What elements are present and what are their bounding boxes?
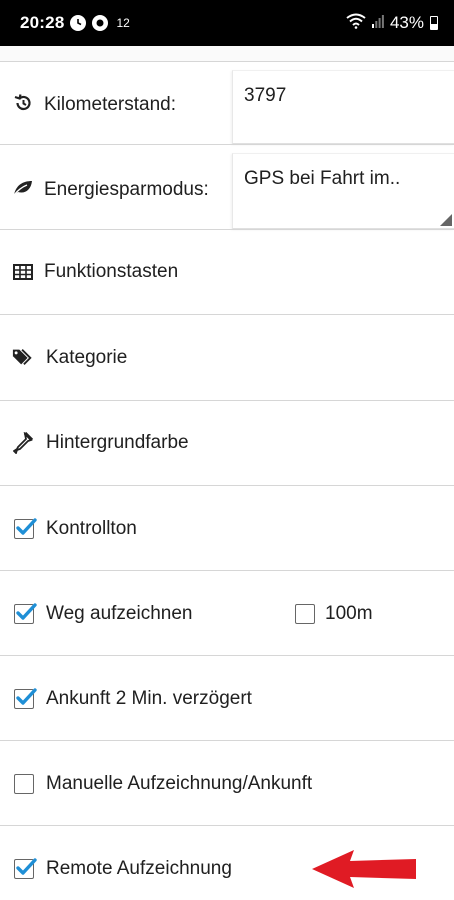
power-saving-value: GPS bei Fahrt im..	[244, 168, 401, 189]
battery-percent: 43%	[389, 13, 424, 32]
battery-icon	[430, 16, 438, 30]
history-icon	[12, 92, 34, 114]
remote-recording-checkbox[interactable]	[14, 858, 37, 879]
table-icon	[12, 261, 34, 283]
manual-recording-row: Manuelle Aufzeichnung/Ankunft	[0, 740, 454, 825]
clock-icon	[70, 15, 87, 31]
remote-recording-label: Remote Aufzeichnung	[46, 858, 232, 879]
distance-100m-label: 100m	[325, 603, 373, 624]
record-route-checkbox[interactable]	[14, 603, 37, 624]
odometer-label: Kilometerstand:	[44, 94, 177, 115]
record-route-label: Weg aufzeichnen	[46, 603, 193, 624]
control-tone-label: Kontrollton	[46, 518, 137, 539]
manual-recording-label: Manuelle Aufzeichnung/Ankunft	[46, 773, 313, 794]
eyedropper-icon	[12, 432, 34, 454]
dropdown-corner-icon	[440, 214, 452, 226]
function-keys-label: Funktionstasten	[44, 261, 179, 282]
category-label: Kategorie	[46, 347, 128, 368]
power-saving-label: Energiesparmodus:	[44, 179, 209, 200]
leaf-icon	[12, 177, 34, 199]
tags-icon	[12, 346, 34, 368]
odometer-input[interactable]: 3797	[232, 70, 454, 144]
background-color-row[interactable]: Hintergrundfarbe	[0, 400, 454, 485]
signal-icon	[371, 13, 384, 33]
power-saving-row: Energiesparmodus: GPS bei Fahrt im..	[0, 144, 454, 229]
distance-100m-checkbox[interactable]	[295, 604, 315, 624]
odometer-row: Kilometerstand: 3797	[0, 61, 454, 144]
function-keys-row[interactable]: Funktionstasten	[0, 229, 454, 314]
control-tone-row: Kontrollton	[0, 485, 454, 570]
control-tone-checkbox[interactable]	[14, 518, 37, 539]
manual-recording-checkbox[interactable]	[14, 774, 34, 794]
arrival-delay-checkbox[interactable]	[14, 688, 37, 709]
list-top-stub	[0, 46, 454, 61]
chat-icon	[92, 15, 109, 31]
annotation-arrow-icon	[312, 850, 416, 888]
arrival-delay-row: Ankunft 2 Min. verzögert	[0, 655, 454, 740]
settings-list: Kilometerstand: 3797 Energiesparmodus: G…	[0, 46, 454, 900]
wifi-icon	[346, 13, 366, 34]
arrival-delay-label: Ankunft 2 Min. verzögert	[46, 688, 252, 709]
status-time: 20:28	[20, 13, 65, 32]
category-row[interactable]: Kategorie	[0, 314, 454, 400]
notification-count: 12	[116, 16, 130, 30]
record-route-row: Weg aufzeichnen 100m	[0, 570, 454, 655]
status-bar: 20:28 12 43%	[0, 0, 454, 46]
power-saving-select[interactable]: GPS bei Fahrt im..	[232, 153, 454, 229]
background-color-label: Hintergrundfarbe	[46, 432, 189, 453]
